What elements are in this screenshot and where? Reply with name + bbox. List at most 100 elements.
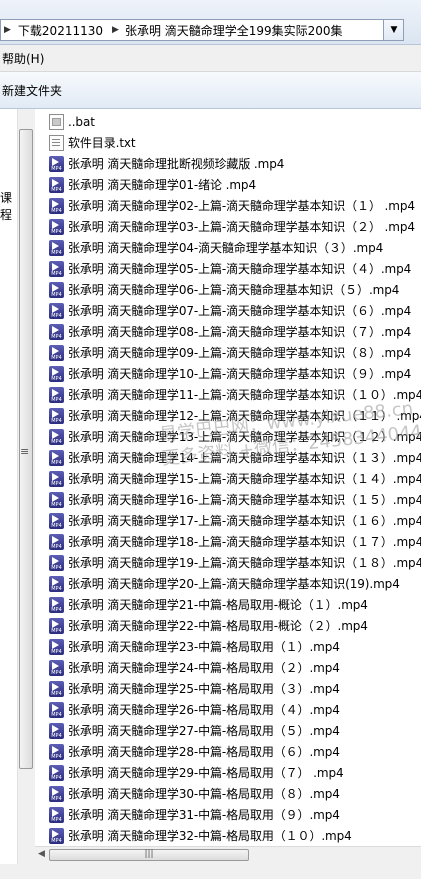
command-bar: 新建文件夹 — [0, 72, 421, 109]
file-row[interactable]: MP4 张承明 滴天髓命理学19-上篇-滴天髓命理学基本知识（１８）.mp4 — [49, 552, 421, 573]
file-row[interactable]: MP4 张承明 滴天髓命理学02-上篇-滴天髓命理学基本知识（１） .mp4 — [49, 195, 421, 216]
file-row[interactable]: MP4 张承明 滴天髓命理学30-中篇-格局取用（８）.mp4 — [49, 783, 421, 804]
file-row[interactable]: MP4 张承明 滴天髓命理学21-中篇-格局取用-概论（１）.mp4 — [49, 594, 421, 615]
file-name[interactable]: 张承明 滴天髓命理学03-上篇-滴天髓命理学基本知识（２） .mp4 — [68, 218, 415, 235]
file-row[interactable]: MP4 张承明 滴天髓命理学23-中篇-格局取用（１）.mp4 — [49, 636, 421, 657]
file-name[interactable]: 张承明 滴天髓命理学23-中篇-格局取用（１）.mp4 — [68, 638, 340, 655]
file-row[interactable]: MP4 张承明 滴天髓命理学31-中篇-格局取用（９）.mp4 — [49, 804, 421, 825]
mp4-badge: MP4 — [51, 816, 62, 823]
file-name[interactable]: 张承明 滴天髓命理学24-中篇-格局取用（２）.mp4 — [68, 659, 340, 676]
file-name[interactable]: 张承明 滴天髓命理学10-上篇-滴天髓命理学基本知识（９）.mp4 — [68, 365, 411, 382]
file-row[interactable]: MP4 张承明 滴天髓命理学26-中篇-格局取用（４）.mp4 — [49, 699, 421, 720]
file-name[interactable]: 张承明 滴天髓命理批断视频珍藏版 .mp4 — [68, 155, 284, 172]
file-name[interactable]: 张承明 滴天髓命理学29-中篇-格局取用（７） .mp4 — [68, 764, 344, 781]
file-row[interactable]: MP4 张承明 滴天髓命理学17-上篇-滴天髓命理学基本知识（１６）.mp4 — [49, 510, 421, 531]
file-name[interactable]: 张承明 滴天髓命理学17-上篇-滴天髓命理学基本知识（１６）.mp4 — [68, 512, 421, 529]
file-name[interactable]: 张承明 滴天髓命理学12-上篇-滴天髓命理学基本知识（１１） .mp4 — [68, 407, 421, 424]
file-row[interactable]: ..bat — [49, 111, 421, 132]
file-name[interactable]: 张承明 滴天髓命理学05-上篇-滴天髓命理学基本知识（４）.mp4 — [68, 260, 411, 277]
file-name[interactable]: 张承明 滴天髓命理学06-上篇-滴天髓命理基本知识（５）.mp4 — [68, 281, 399, 298]
file-name[interactable]: 张承明 滴天髓命理学01-绪论 .mp4 — [68, 176, 256, 193]
file-row[interactable]: MP4 张承明 滴天髓命理学29-中篇-格局取用（７） .mp4 — [49, 762, 421, 783]
file-row[interactable]: MP4 张承明 滴天髓命理学24-中篇-格局取用（２）.mp4 — [49, 657, 421, 678]
file-row[interactable]: MP4 张承明 滴天髓命理学28-中篇-格局取用（６）.mp4 — [49, 741, 421, 762]
file-row[interactable]: MP4 张承明 滴天髓命理批断视频珍藏版 .mp4 — [49, 153, 421, 174]
file-row[interactable]: MP4 张承明 滴天髓命理学05-上篇-滴天髓命理学基本知识（４）.mp4 — [49, 258, 421, 279]
address-history-dropdown-icon[interactable]: ▼ — [383, 20, 403, 40]
file-row[interactable]: MP4 张承明 滴天髓命理学13-上篇-滴天髓命理学基本知识（１２）.mp4 — [49, 426, 421, 447]
file-row[interactable]: MP4 张承明 滴天髓命理学03-上篇-滴天髓命理学基本知识（２） .mp4 — [49, 216, 421, 237]
video-file-icon: MP4 — [49, 323, 64, 340]
file-name[interactable]: 张承明 滴天髓命理学30-中篇-格局取用（８）.mp4 — [68, 785, 340, 802]
file-row[interactable]: 软件目录.txt — [49, 132, 421, 153]
file-row[interactable]: MP4 张承明 滴天髓命理学07-上篇-滴天髓命理学基本知识（６）.mp4 — [49, 300, 421, 321]
file-row[interactable]: MP4 张承明 滴天髓命理学20-上篇-滴天髓命理学基本知识(19).mp4 — [49, 573, 421, 594]
scroll-left-arrow-icon[interactable]: ◀ — [38, 849, 45, 859]
menu-bar: 帮助(H) — [0, 45, 421, 72]
file-row[interactable]: MP4 张承明 滴天髓命理学12-上篇-滴天髓命理学基本知识（１１） .mp4 — [49, 405, 421, 426]
text-file-icon — [49, 134, 64, 151]
file-name[interactable]: 张承明 滴天髓命理学21-中篇-格局取用-概论（１）.mp4 — [68, 596, 368, 613]
file-name[interactable]: 张承明 滴天髓命理学09-上篇-滴天髓命理学基本知识（８）.mp4 — [68, 344, 411, 361]
file-name[interactable]: 张承明 滴天髓命理学14-上篇-滴天髓命理学基本知识（１３）.mp4 — [68, 449, 421, 466]
mp4-badge: MP4 — [51, 312, 62, 319]
file-name[interactable]: 张承明 滴天髓命理学08-上篇-滴天髓命理学基本知识（７）.mp4 — [68, 323, 411, 340]
video-file-icon: MP4 — [49, 365, 64, 382]
file-name[interactable]: 张承明 滴天髓命理学19-上篇-滴天髓命理学基本知识（１８）.mp4 — [68, 554, 421, 571]
address-bar[interactable]: ▶ 下载20211130 ▶ 张承明 滴天髓命理学全199集实际200集 ▼ — [0, 19, 404, 41]
file-row[interactable]: MP4 张承明 滴天髓命理学10-上篇-滴天髓命理学基本知识（９）.mp4 — [49, 363, 421, 384]
file-name[interactable]: 张承明 滴天髓命理学26-中篇-格局取用（４）.mp4 — [68, 701, 340, 718]
horizontal-scrollbar[interactable]: ◀ ||| — [35, 846, 421, 864]
file-row[interactable]: MP4 张承明 滴天髓命理学06-上篇-滴天髓命理基本知识（５）.mp4 — [49, 279, 421, 300]
file-row[interactable]: MP4 张承明 滴天髓命理学08-上篇-滴天髓命理学基本知识（７）.mp4 — [49, 321, 421, 342]
file-name[interactable]: 张承明 滴天髓命理学18-上篇-滴天髓命理学基本知识（１７）.mp4 — [68, 533, 421, 550]
file-name[interactable]: 张承明 滴天髓命理学02-上篇-滴天髓命理学基本知识（１） .mp4 — [68, 197, 415, 214]
file-row[interactable]: MP4 张承明 滴天髓命理学27-中篇-格局取用（５）.mp4 — [49, 720, 421, 741]
video-file-icon: MP4 — [49, 428, 64, 445]
file-name[interactable]: 张承明 滴天髓命理学15-上篇-滴天髓命理学基本知识（１４）.mp4 — [68, 470, 421, 487]
file-name[interactable]: 张承明 滴天髓命理学07-上篇-滴天髓命理学基本知识（６）.mp4 — [68, 302, 411, 319]
file-name[interactable]: 张承明 滴天髓命理学22-中篇-格局取用-概论（２）.mp4 — [68, 617, 368, 634]
file-row[interactable]: MP4 张承明 滴天髓命理学15-上篇-滴天髓命理学基本知识（１４）.mp4 — [49, 468, 421, 489]
file-row[interactable]: MP4 张承明 滴天髓命理学25-中篇-格局取用（３）.mp4 — [49, 678, 421, 699]
file-row[interactable]: MP4 张承明 滴天髓命理学11-上篇-滴天髓命理学基本知识（１０）.mp4 — [49, 384, 421, 405]
file-row[interactable]: MP4 张承明 滴天髓命理学32-中篇-格局取用（１０）.mp4 — [49, 825, 421, 844]
file-name[interactable]: 张承明 滴天髓命理学31-中篇-格局取用（９）.mp4 — [68, 806, 340, 823]
horizontal-scrollbar-thumb[interactable]: ||| — [49, 849, 249, 861]
video-file-icon: MP4 — [49, 575, 64, 592]
breadcrumb-separator-icon[interactable]: ▶ — [106, 25, 122, 35]
navigation-pane-scrollbar[interactable]: ≡ — [17, 109, 35, 879]
file-name[interactable]: 张承明 滴天髓命理学28-中篇-格局取用（６）.mp4 — [68, 743, 340, 760]
file-name[interactable]: 张承明 滴天髓命理学27-中篇-格局取用（５）.mp4 — [68, 722, 340, 739]
file-name[interactable]: 张承明 滴天髓命理学13-上篇-滴天髓命理学基本知识（１２）.mp4 — [68, 428, 421, 445]
video-file-icon: MP4 — [49, 680, 64, 697]
status-bar — [0, 864, 421, 879]
file-name[interactable]: 张承明 滴天髓命理学20-上篇-滴天髓命理学基本知识(19).mp4 — [68, 575, 400, 592]
video-file-icon: MP4 — [49, 386, 64, 403]
file-name[interactable]: 张承明 滴天髓命理学32-中篇-格局取用（１０）.mp4 — [68, 827, 352, 844]
file-name[interactable]: 张承明 滴天髓命理学11-上篇-滴天髓命理学基本知识（１０）.mp4 — [68, 386, 421, 403]
file-row[interactable]: MP4 张承明 滴天髓命理学04-滴天髓命理学基本知识（３）.mp4 — [49, 237, 421, 258]
file-row[interactable]: MP4 张承明 滴天髓命理学14-上篇-滴天髓命理学基本知识（１３）.mp4 — [49, 447, 421, 468]
file-name[interactable]: 张承明 滴天髓命理学16-上篇-滴天髓命理学基本知识（１５）.mp4 — [68, 491, 421, 508]
breadcrumb-segment-course-folder[interactable]: 张承明 滴天髓命理学全199集实际200集 — [122, 22, 346, 39]
address-root-arrow-icon[interactable]: ▶ — [1, 25, 15, 35]
menu-help[interactable]: 帮助(H) — [0, 50, 46, 67]
video-file-icon: MP4 — [49, 659, 64, 676]
video-file-icon: MP4 — [49, 785, 64, 802]
file-row[interactable]: MP4 张承明 滴天髓命理学09-上篇-滴天髓命理学基本知识（８）.mp4 — [49, 342, 421, 363]
new-folder-button[interactable]: 新建文件夹 — [0, 82, 64, 99]
batch-file-icon — [49, 113, 64, 130]
file-name[interactable]: 软件目录.txt — [68, 134, 136, 151]
mp4-badge: MP4 — [51, 732, 62, 739]
file-row[interactable]: MP4 张承明 滴天髓命理学18-上篇-滴天髓命理学基本知识（１７）.mp4 — [49, 531, 421, 552]
file-row[interactable]: MP4 张承明 滴天髓命理学01-绪论 .mp4 — [49, 174, 421, 195]
breadcrumb-segment-downloads[interactable]: 下载20211130 — [15, 22, 106, 39]
file-row[interactable]: MP4 张承明 滴天髓命理学22-中篇-格局取用-概论（２）.mp4 — [49, 615, 421, 636]
mp4-badge: MP4 — [51, 375, 62, 382]
file-name[interactable]: 张承明 滴天髓命理学04-滴天髓命理学基本知识（３）.mp4 — [68, 239, 383, 256]
file-name[interactable]: 张承明 滴天髓命理学25-中篇-格局取用（３）.mp4 — [68, 680, 340, 697]
mp4-badge: MP4 — [51, 438, 62, 445]
file-name[interactable]: ..bat — [68, 115, 95, 129]
file-row[interactable]: MP4 张承明 滴天髓命理学16-上篇-滴天髓命理学基本知识（１５）.mp4 — [49, 489, 421, 510]
